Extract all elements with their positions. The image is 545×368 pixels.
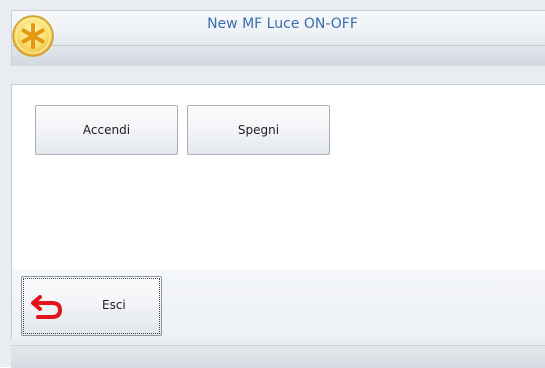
- return-arrow-icon: [30, 291, 64, 321]
- title-bar-divider: [12, 45, 545, 46]
- spegni-button[interactable]: Spegni: [187, 105, 330, 155]
- window-title: New MF Luce ON-OFF: [207, 16, 358, 32]
- esci-button[interactable]: Esci: [21, 276, 162, 336]
- status-bar: [11, 345, 545, 368]
- esci-label: Esci: [102, 298, 126, 312]
- dialog-window: New MF Luce ON-OFF Accendi Spegni Esci: [0, 0, 545, 368]
- accendi-button[interactable]: Accendi: [35, 105, 178, 155]
